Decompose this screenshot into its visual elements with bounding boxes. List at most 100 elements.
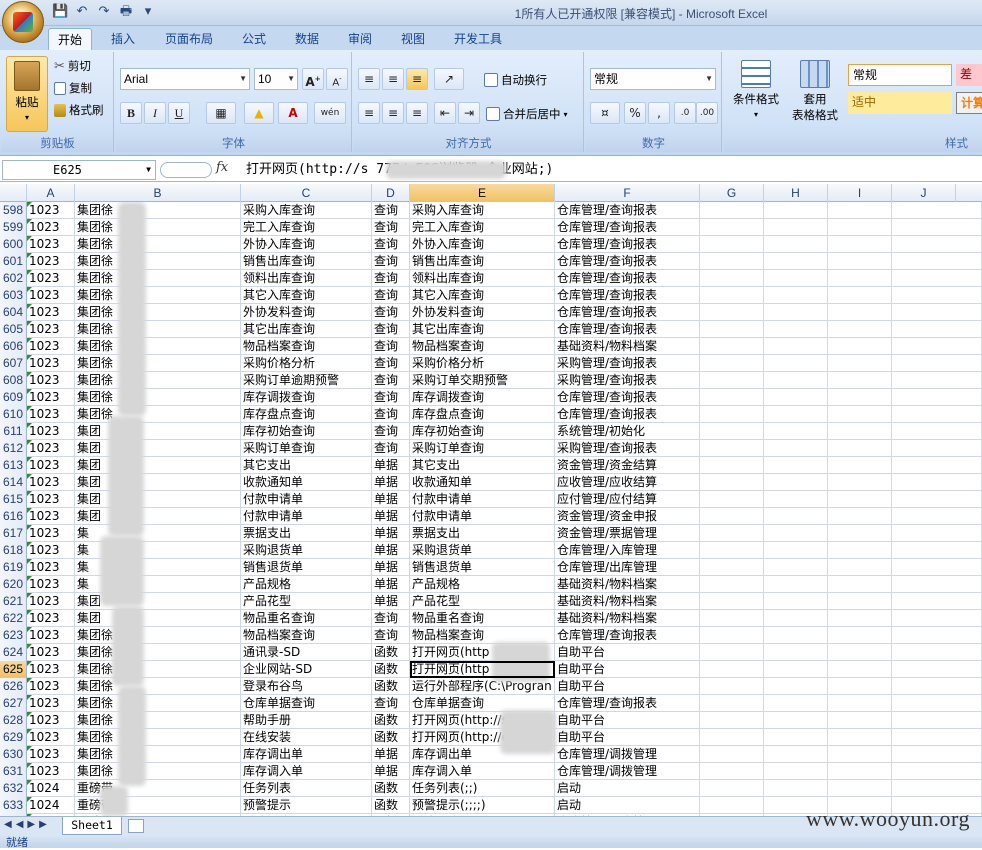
insert-sheet-icon[interactable]	[128, 819, 144, 833]
cell-b[interactable]: 集团徐	[75, 406, 241, 423]
shrink-font-button[interactable]: A-	[326, 68, 348, 90]
cell-b[interactable]: 集团徐	[75, 644, 241, 661]
cell-d[interactable]: 函数	[372, 661, 410, 678]
insert-function-icon[interactable]: fx	[216, 160, 228, 175]
row-header[interactable]: 625	[0, 661, 27, 678]
cell-b[interactable]: 集团	[75, 474, 241, 491]
empty-cell[interactable]	[764, 593, 828, 610]
cell-a[interactable]: 1023	[27, 559, 75, 576]
cell-b[interactable]: 集团徐	[75, 661, 241, 678]
cell-f[interactable]: 仓库管理/查询报表	[555, 304, 700, 321]
empty-cell[interactable]	[892, 576, 982, 593]
empty-cell[interactable]	[828, 746, 892, 763]
cell-e[interactable]: 销售出库查询	[410, 253, 555, 270]
cell-c[interactable]: 收款通知单	[241, 474, 372, 491]
cell-a[interactable]: 1023	[27, 287, 75, 304]
cell-e[interactable]: 物品重名查询	[410, 610, 555, 627]
empty-cell[interactable]	[700, 287, 764, 304]
cell-c[interactable]: 完工入库查询	[241, 219, 372, 236]
tab-review[interactable]: 审阅	[338, 28, 382, 50]
copy-button[interactable]: 复制	[54, 80, 92, 96]
cell-a[interactable]: 1023	[27, 270, 75, 287]
empty-cell[interactable]	[764, 525, 828, 542]
cell-f[interactable]: 资金管理/资金申报	[555, 508, 700, 525]
cell-e[interactable]: 采购订单查询	[410, 440, 555, 457]
style-neutral-cell[interactable]: 适中	[848, 92, 952, 114]
cell-a[interactable]: 1023	[27, 338, 75, 355]
cell-f[interactable]: 仓库管理/入库管理	[555, 542, 700, 559]
row-header[interactable]: 611	[0, 423, 27, 440]
row-header[interactable]: 629	[0, 729, 27, 746]
cell-d[interactable]: 函数	[372, 780, 410, 797]
empty-cell[interactable]	[828, 661, 892, 678]
cell-e[interactable]: 库存初始查询	[410, 423, 555, 440]
cell-f[interactable]: 仓库管理/查询报表	[555, 627, 700, 644]
cell-f[interactable]: 仓库管理/查询报表	[555, 219, 700, 236]
cell-f[interactable]: 基础资料/物料档案	[555, 610, 700, 627]
empty-cell[interactable]	[828, 576, 892, 593]
empty-cell[interactable]	[892, 695, 982, 712]
empty-cell[interactable]	[892, 219, 982, 236]
cell-f[interactable]: 自助平台	[555, 661, 700, 678]
cell-d[interactable]: 单据	[372, 525, 410, 542]
cell-d[interactable]: 查询	[372, 627, 410, 644]
empty-cell[interactable]	[828, 474, 892, 491]
empty-cell[interactable]	[892, 508, 982, 525]
empty-cell[interactable]	[700, 457, 764, 474]
cell-e[interactable]: 产品花型	[410, 593, 555, 610]
empty-cell[interactable]	[764, 678, 828, 695]
empty-cell[interactable]	[700, 440, 764, 457]
cell-d[interactable]: 查询	[372, 355, 410, 372]
number-format-select[interactable]: 常规 ▼	[590, 68, 716, 90]
empty-cell[interactable]	[892, 559, 982, 576]
cell-a[interactable]: 1023	[27, 627, 75, 644]
row-header[interactable]: 612	[0, 440, 27, 457]
cell-e[interactable]: 物品档案查询	[410, 338, 555, 355]
fill-color-button[interactable]: ▲	[244, 102, 274, 124]
empty-cell[interactable]	[700, 627, 764, 644]
empty-cell[interactable]	[828, 440, 892, 457]
cell-e[interactable]: 任务列表(;;)	[410, 780, 555, 797]
empty-cell[interactable]	[828, 525, 892, 542]
row-header[interactable]: 615	[0, 491, 27, 508]
row-header[interactable]: 605	[0, 321, 27, 338]
align-bottom-button[interactable]: ≡	[406, 68, 428, 90]
cell-e[interactable]: 采购退货单	[410, 542, 555, 559]
empty-cell[interactable]	[764, 627, 828, 644]
cell-d[interactable]: 函数	[372, 712, 410, 729]
cell-e[interactable]: 库存调拨查询	[410, 389, 555, 406]
cell-d[interactable]: 查询	[372, 304, 410, 321]
empty-cell[interactable]	[700, 695, 764, 712]
empty-cell[interactable]	[892, 202, 982, 219]
row-header[interactable]: 616	[0, 508, 27, 525]
row-header[interactable]: 613	[0, 457, 27, 474]
cell-c[interactable]: 采购退货单	[241, 542, 372, 559]
cell-b[interactable]: 集团徐	[75, 389, 241, 406]
row-header[interactable]: 630	[0, 746, 27, 763]
format-painter-button[interactable]: 格式刷	[54, 102, 104, 118]
tab-page-layout[interactable]: 页面布局	[156, 28, 222, 50]
cell-a[interactable]: 1023	[27, 423, 75, 440]
row-header[interactable]: 614	[0, 474, 27, 491]
cell-f[interactable]: 仓库管理/查询报表	[555, 389, 700, 406]
cell-d[interactable]: 查询	[372, 253, 410, 270]
cell-c[interactable]: 付款申请单	[241, 491, 372, 508]
cell-f[interactable]: 仓库管理/调拨管理	[555, 746, 700, 763]
cell-e[interactable]: 采购入库查询	[410, 202, 555, 219]
cell-a[interactable]: 1023	[27, 474, 75, 491]
align-right-button[interactable]: ≡	[406, 102, 428, 124]
cell-d[interactable]: 查询	[372, 270, 410, 287]
empty-cell[interactable]	[892, 712, 982, 729]
empty-cell[interactable]	[892, 610, 982, 627]
empty-cell[interactable]	[828, 610, 892, 627]
cell-c[interactable]: 采购入库查询	[241, 202, 372, 219]
cell-f[interactable]: 仓库管理/查询报表	[555, 202, 700, 219]
row-header[interactable]: 618	[0, 542, 27, 559]
row-header[interactable]: 632	[0, 780, 27, 797]
decrease-decimal-button[interactable]: .00	[696, 102, 718, 124]
cell-d[interactable]: 查询	[372, 610, 410, 627]
borders-button[interactable]: ▦	[206, 102, 236, 124]
cell-f[interactable]: 自助平台	[555, 729, 700, 746]
row-header[interactable]: 602	[0, 270, 27, 287]
cell-e[interactable]: 票据支出	[410, 525, 555, 542]
